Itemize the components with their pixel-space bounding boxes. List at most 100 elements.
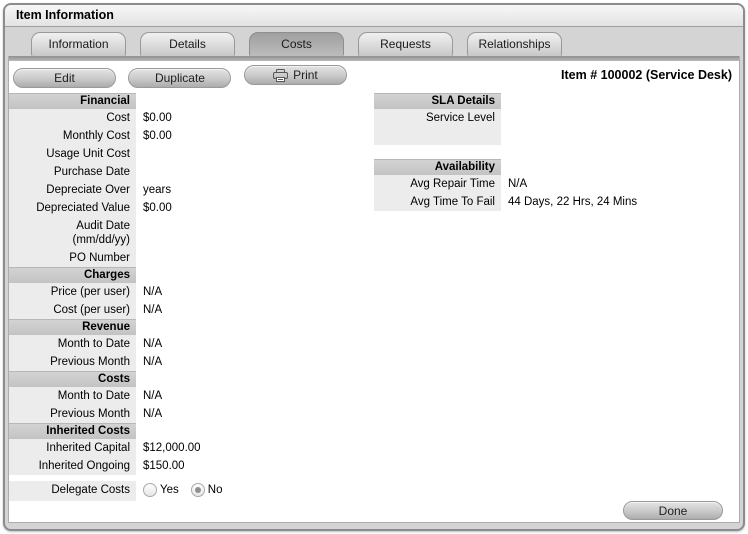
radio-no[interactable]: No (190, 483, 223, 497)
field-value: $150.00 (143, 460, 185, 472)
field-label: Service Level (374, 109, 501, 145)
item-reference: Item # 100002 (Service Desk) (561, 68, 732, 82)
tab-details[interactable]: Details (140, 32, 235, 56)
field-label: Month to Date (9, 387, 136, 405)
field-row: Purchase Date (9, 163, 374, 181)
field-label: Cost (9, 109, 136, 127)
field-value: $0.00 (143, 130, 172, 142)
window-title: Item Information (5, 5, 743, 27)
delegate-costs-row: Delegate Costs Yes No (9, 481, 374, 501)
right-column: SLA Details Service Level Availability Avg … (374, 93, 742, 211)
section-financial: Financial Cost $0.00 Monthly Cost $0.00 Usage… (9, 93, 374, 267)
field-row: Usage Unit Cost (9, 145, 374, 163)
field-row: Price (per user) N/A (9, 283, 374, 301)
field-label: Audit Date (mm/dd/yy) (9, 217, 136, 249)
left-column: Financial Cost $0.00 Monthly Cost $0.00 Usage… (9, 93, 374, 501)
radio-yes[interactable]: Yes (143, 483, 179, 497)
field-value (136, 217, 143, 249)
field-row: PO Number (9, 249, 374, 267)
field-value: N/A (143, 408, 163, 420)
field-label: Month to Date (9, 335, 136, 353)
field-value: N/A (143, 338, 163, 350)
field-row: Previous Month N/A (9, 405, 374, 423)
print-button-label: Print (293, 68, 318, 82)
costs-tab-panel: Edit Duplicate Print Item # 100002 (Serv… (8, 56, 740, 523)
field-value (501, 109, 508, 145)
field-value: years (143, 184, 172, 196)
radio-button-icon (190, 483, 205, 497)
section-header: Revenue (9, 319, 136, 335)
edit-button[interactable]: Edit (13, 67, 116, 88)
field-label: Monthly Cost (9, 127, 136, 145)
field-value (136, 163, 143, 181)
field-label: Avg Time To Fail (374, 193, 501, 211)
section-header: Inherited Costs (9, 423, 136, 439)
section-costs: Costs Month to Date N/A Previous Month N/A (9, 371, 374, 423)
field-value: $12,000.00 (143, 442, 201, 454)
section-header: Financial (9, 93, 136, 109)
field-row: Avg Time To Fail 44 Days, 22 Hrs, 24 Mins (374, 193, 742, 211)
field-label: PO Number (9, 249, 136, 267)
field-row: Month to Date N/A (9, 335, 374, 353)
field-row: Avg Repair Time N/A (374, 175, 742, 193)
radio-label: No (207, 484, 223, 496)
field-row: Audit Date (mm/dd/yy) (9, 217, 374, 249)
radio-label: Yes (160, 484, 179, 496)
section-sla-details: SLA Details Service Level (374, 93, 742, 145)
field-row: Inherited Ongoing $150.00 (9, 457, 374, 475)
field-label: Purchase Date (9, 163, 136, 181)
field-row: Previous Month N/A (9, 353, 374, 371)
tab-costs[interactable]: Costs (249, 32, 344, 56)
section-charges: Charges Price (per user) N/A Cost (per user… (9, 267, 374, 319)
done-button[interactable]: Done (623, 501, 723, 520)
tab-requests[interactable]: Requests (358, 32, 453, 56)
section-header: Availability (374, 159, 501, 175)
section-header: SLA Details (374, 93, 501, 109)
section-revenue: Revenue Month to Date N/A Previous Month N/A (9, 319, 374, 371)
print-button[interactable]: Print (243, 65, 347, 85)
tabstrip: Information Details Costs Requests Relations… (5, 27, 743, 56)
section-inherited-costs: Inherited Costs Inherited Capital $12,000.… (9, 423, 374, 475)
toolbar: Edit Duplicate Print Item # 100002 (Serv… (9, 61, 739, 93)
field-label: Inherited Ongoing (9, 457, 136, 475)
field-value: $0.00 (143, 112, 172, 124)
field-value: N/A (143, 390, 163, 402)
tab-information[interactable]: Information (31, 32, 126, 56)
section-header: Costs (9, 371, 136, 387)
field-value: N/A (143, 356, 163, 368)
field-row: Depreciate Over years (9, 181, 374, 199)
content-area: Financial Cost $0.00 Monthly Cost $0.00 Usage… (9, 93, 739, 522)
field-label: Avg Repair Time (374, 175, 501, 193)
field-value (136, 249, 143, 267)
field-value: $0.00 (143, 202, 172, 214)
field-row: Service Level (374, 109, 742, 145)
section-header: Charges (9, 267, 136, 283)
printer-icon (273, 68, 289, 82)
field-label: Price (per user) (9, 283, 136, 301)
field-row: Monthly Cost $0.00 (9, 127, 374, 145)
field-label: Cost (per user) (9, 301, 136, 319)
field-value: N/A (143, 304, 163, 316)
radio-button-icon (143, 483, 157, 497)
field-value: 44 Days, 22 Hrs, 24 Mins (508, 196, 638, 208)
field-label: Previous Month (9, 405, 136, 423)
field-label: Depreciated Value (9, 199, 136, 217)
field-row: Cost $0.00 (9, 109, 374, 127)
field-label: Usage Unit Cost (9, 145, 136, 163)
field-label: Delegate Costs (9, 481, 136, 501)
field-row: Depreciated Value $0.00 (9, 199, 374, 217)
tab-relationships[interactable]: Relationships (467, 32, 562, 56)
field-value (136, 145, 143, 163)
field-row: Cost (per user) N/A (9, 301, 374, 319)
field-label: Inherited Capital (9, 439, 136, 457)
item-information-window: Item Information Information Details Costs… (3, 3, 745, 531)
section-availability: Availability Avg Repair Time N/A Avg Time T… (374, 159, 742, 211)
field-row: Inherited Capital $12,000.00 (9, 439, 374, 457)
field-value: N/A (508, 178, 528, 190)
field-label: Depreciate Over (9, 181, 136, 199)
delegate-costs-options: Yes No (136, 481, 234, 501)
field-label: Previous Month (9, 353, 136, 371)
field-value: N/A (143, 286, 163, 298)
field-row: Month to Date N/A (9, 387, 374, 405)
duplicate-button[interactable]: Duplicate (128, 67, 232, 88)
